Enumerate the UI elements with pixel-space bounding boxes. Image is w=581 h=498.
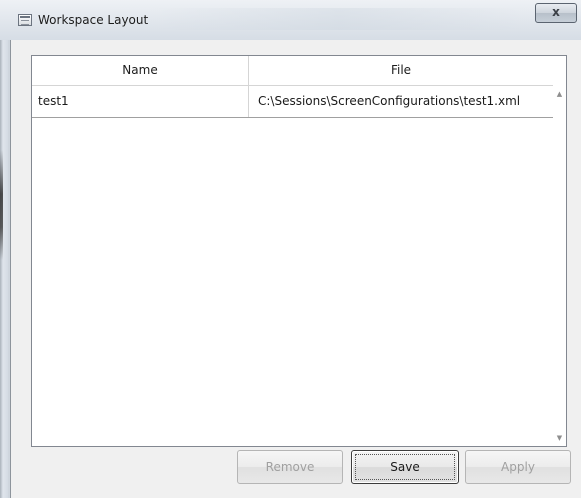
vertical-scrollbar[interactable]: ▲ ▼ — [553, 86, 566, 446]
remove-button[interactable]: Remove — [237, 450, 343, 484]
scroll-down-icon[interactable]: ▼ — [553, 432, 566, 444]
close-icon: x — [552, 5, 560, 19]
title-bar-highlight — [150, 8, 530, 30]
title-bar[interactable]: Workspace Layout x — [0, 0, 581, 40]
background-window-edge — [0, 0, 8, 498]
window-icon[interactable] — [18, 14, 32, 26]
row-file-cell[interactable]: C:\Sessions\ScreenConfigurations\test1.x… — [249, 86, 553, 117]
column-header-name[interactable]: Name — [32, 56, 249, 85]
apply-button[interactable]: Apply — [465, 450, 571, 484]
table-row[interactable]: test1 C:\Sessions\ScreenConfigurations\t… — [32, 86, 553, 118]
table-header: Name File — [32, 56, 553, 86]
save-button[interactable]: Save — [351, 450, 459, 484]
row-name-cell[interactable]: test1 — [32, 86, 249, 117]
window-title: Workspace Layout — [38, 13, 149, 27]
close-button[interactable]: x — [535, 3, 577, 23]
workspace-layout-dialog: Workspace Layout x Name File test1 C:\Se… — [0, 0, 581, 498]
edge-shadow — [0, 150, 3, 260]
column-header-file[interactable]: File — [249, 56, 553, 85]
layout-table[interactable]: Name File test1 C:\Sessions\ScreenConfig… — [31, 55, 567, 447]
scroll-up-icon[interactable]: ▲ — [553, 88, 566, 100]
